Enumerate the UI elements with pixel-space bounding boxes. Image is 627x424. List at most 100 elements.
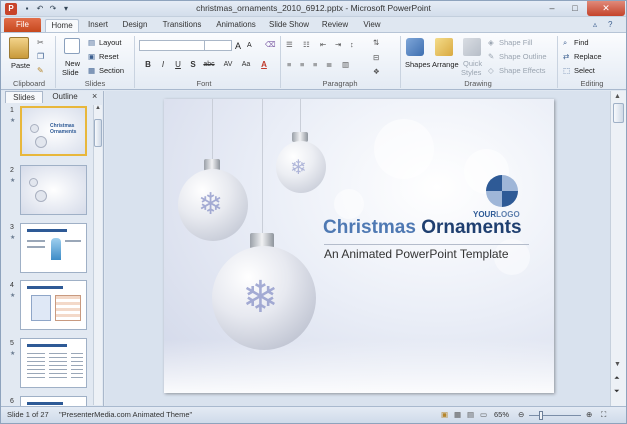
tab-review[interactable]: Review <box>319 19 351 32</box>
paste-icon[interactable] <box>9 37 29 59</box>
shape-effects-button[interactable]: Shape Effects <box>499 66 546 75</box>
pane-tabs: Slides Outline <box>5 91 101 103</box>
scroll-thumb[interactable] <box>613 103 624 123</box>
font-color-button[interactable]: A <box>259 60 269 70</box>
fit-to-window-icon[interactable]: ⛶ <box>601 410 606 420</box>
decrease-indent-icon[interactable]: ⇤ <box>320 40 326 49</box>
select-button[interactable]: Select <box>574 66 595 75</box>
slide-thumbnail-3[interactable] <box>20 223 87 273</box>
justify-icon[interactable]: ≣ <box>326 60 332 69</box>
normal-view-icon[interactable]: ▣ <box>441 410 448 419</box>
replace-button[interactable]: Replace <box>574 52 602 61</box>
slide-thumbnail-5[interactable] <box>20 338 87 388</box>
quick-styles-button-line2[interactable]: Styles <box>461 68 481 77</box>
find-button[interactable]: Find <box>574 38 589 47</box>
reading-view-icon[interactable]: ▤ <box>467 410 474 419</box>
theme-name[interactable]: "PresenterMedia.com Animated Theme" <box>59 410 192 419</box>
copy-icon[interactable]: ❐ <box>37 52 44 61</box>
tab-home[interactable]: Home <box>45 19 79 32</box>
grow-font-button[interactable]: A <box>235 41 241 51</box>
align-right-icon[interactable]: ≡ <box>313 60 317 69</box>
columns-icon[interactable]: ▥ <box>342 60 349 69</box>
align-text-icon[interactable]: ⊟ <box>373 53 379 62</box>
shape-fill-button[interactable]: Shape Fill <box>499 38 532 47</box>
underline-button[interactable]: U <box>173 60 183 70</box>
section-button[interactable]: Section <box>99 66 124 75</box>
arrange-button[interactable]: Arrange <box>432 60 459 69</box>
scroll-up-icon[interactable]: ▲ <box>95 105 101 113</box>
thumbnail-number: 1 <box>10 107 14 114</box>
shape-outline-button[interactable]: Shape Outline <box>499 52 547 61</box>
zoom-level[interactable]: 65% <box>494 410 509 419</box>
reset-button[interactable]: Reset <box>99 52 119 61</box>
slide-thumbnail-4[interactable] <box>20 280 87 330</box>
smartart-icon[interactable]: ❖ <box>373 67 380 76</box>
align-left-icon[interactable]: ≡ <box>287 60 291 69</box>
shapes-button[interactable]: Shapes <box>405 60 430 69</box>
previous-slide-icon[interactable]: ⏶ <box>614 375 620 383</box>
quick-styles-button[interactable]: Quick <box>463 59 482 68</box>
next-slide-icon[interactable]: ⏷ <box>614 388 620 396</box>
text-direction-icon[interactable]: ⇅ <box>373 38 379 47</box>
tab-file[interactable]: File <box>4 18 41 32</box>
slide-canvas[interactable]: ❄ ❄ ❄ YOURLOGO Christmas Ornaments An An… <box>164 99 554 393</box>
strikethrough-button[interactable]: abc <box>201 60 217 70</box>
slide-subtitle[interactable]: An Animated PowerPoint Template <box>324 247 509 261</box>
shapes-icon[interactable] <box>406 38 424 56</box>
maximize-button[interactable]: □ <box>564 1 586 16</box>
tab-outline[interactable]: Outline <box>45 91 85 103</box>
tab-design[interactable]: Design <box>119 19 151 32</box>
arrange-icon[interactable] <box>435 38 453 56</box>
status-bar: Slide 1 of 27 "PresenterMedia.com Animat… <box>1 406 626 423</box>
new-slide-button[interactable]: New <box>65 59 80 68</box>
close-pane-button[interactable]: × <box>92 91 97 101</box>
change-case-button[interactable]: Aa <box>239 60 253 70</box>
tab-insert[interactable]: Insert <box>83 19 113 32</box>
scroll-down-icon[interactable]: ▼ <box>614 361 621 368</box>
scroll-up-icon[interactable]: ▲ <box>614 93 621 100</box>
slide-title-word-2: Ornaments <box>421 217 522 238</box>
align-center-icon[interactable]: ≡ <box>300 60 304 69</box>
bold-button[interactable]: B <box>143 60 153 70</box>
tab-slide-show[interactable]: Slide Show <box>267 19 311 32</box>
line-spacing-icon[interactable]: ↕ <box>350 40 354 49</box>
layout-button[interactable]: Layout <box>99 38 122 47</box>
minimize-button[interactable]: – <box>541 1 563 16</box>
tab-view[interactable]: View <box>359 19 385 32</box>
new-slide-button-line2[interactable]: Slide <box>62 68 79 77</box>
italic-button[interactable]: I <box>158 60 168 70</box>
tab-animations[interactable]: Animations <box>213 19 259 32</box>
scroll-thumb[interactable] <box>94 119 102 147</box>
paste-button[interactable]: Paste <box>11 61 30 70</box>
slide-show-icon[interactable]: ▭ <box>480 410 487 419</box>
shrink-font-button[interactable]: A <box>247 42 252 49</box>
zoom-out-icon[interactable]: ⊖ <box>518 410 524 419</box>
close-button[interactable]: ✕ <box>587 1 625 16</box>
tab-slides[interactable]: Slides <box>5 91 43 103</box>
help-icon[interactable]: ? <box>608 20 612 29</box>
zoom-slider-thumb[interactable] <box>539 411 543 420</box>
new-slide-icon[interactable] <box>64 38 80 54</box>
numbering-icon[interactable]: ☷ <box>303 40 310 49</box>
clear-formatting-icon[interactable]: ⌫ <box>265 40 276 49</box>
slide-thumbnail-1[interactable]: Christmas Ornaments <box>20 106 87 156</box>
minimize-ribbon-icon[interactable]: ▵ <box>593 20 597 29</box>
thumbnail-number: 5 <box>10 340 14 347</box>
zoom-slider[interactable] <box>529 415 581 416</box>
text-shadow-button[interactable]: S <box>188 60 198 70</box>
bullets-icon[interactable]: ☰ <box>286 40 293 49</box>
increase-indent-icon[interactable]: ⇥ <box>335 40 341 49</box>
slide-thumbnail-2[interactable] <box>20 165 87 215</box>
group-separator <box>134 36 135 88</box>
zoom-in-icon[interactable]: ⊕ <box>586 410 592 419</box>
format-painter-icon[interactable]: ✎ <box>37 66 44 75</box>
slide-sorter-icon[interactable]: ▦ <box>454 410 461 419</box>
thumbnail-scrollbar[interactable]: ▲ <box>93 105 102 405</box>
tab-transitions[interactable]: Transitions <box>159 19 205 32</box>
slide-scrollbar[interactable]: ▲ ▼ ⏶ ⏷ <box>610 91 626 406</box>
character-spacing-button[interactable]: AV <box>221 60 235 70</box>
font-size-dropdown[interactable] <box>204 40 232 51</box>
cut-icon[interactable]: ✂ <box>37 38 44 47</box>
slide-title[interactable]: Christmas Ornaments <box>323 217 522 239</box>
quick-styles-icon[interactable] <box>463 38 481 56</box>
